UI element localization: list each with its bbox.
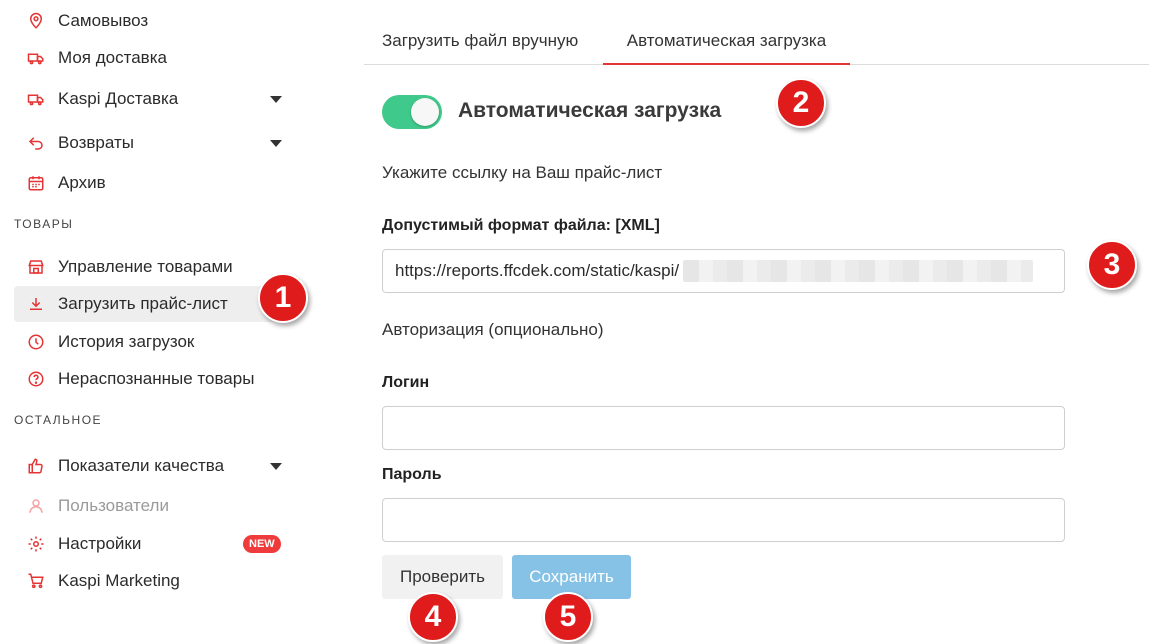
tab-auto-upload[interactable]: Автоматическая загрузка (603, 20, 850, 65)
sidebar-item-label: Kaspi Доставка (58, 89, 179, 108)
auto-upload-title: Автоматическая загрузка (458, 99, 722, 122)
password-field[interactable] (382, 498, 1065, 542)
sidebar-item-quality-metrics[interactable]: Показатели качества (14, 448, 294, 484)
sidebar-item-label: Моя доставка (58, 48, 167, 67)
login-field[interactable] (382, 406, 1065, 450)
sidebar-item-archive[interactable]: Архив (14, 165, 294, 201)
annotation-marker-2: 2 (776, 78, 826, 128)
cart-icon (26, 571, 46, 591)
gear-icon (26, 534, 46, 554)
annotation-marker-4: 4 (408, 592, 458, 642)
sidebar-item-my-delivery[interactable]: Моя доставка (14, 40, 294, 76)
sidebar-item-label: Управление товарами (58, 257, 233, 276)
redacted-area (683, 260, 1034, 282)
login-label: Логин (382, 374, 430, 391)
sidebar-item-pickup[interactable]: Самовывоз (14, 3, 294, 39)
sidebar-item-settings[interactable]: Настройки NEW (14, 526, 294, 562)
password-label: Пароль (382, 466, 442, 483)
sidebar-item-label: Пользователи (58, 496, 169, 515)
return-arrow-icon (26, 133, 46, 153)
sidebar-item-label: Самовывоз (58, 11, 149, 30)
sidebar-item-upload-price-list[interactable]: Загрузить прайс-лист (14, 286, 294, 322)
auto-upload-toggle[interactable] (382, 95, 442, 129)
chevron-down-icon[interactable] (270, 96, 282, 103)
sidebar-item-label: Возвраты (58, 133, 134, 152)
tab-bar: Загрузить файл вручную Автоматическая за… (364, 20, 1149, 65)
sidebar-item-upload-history[interactable]: История загрузок (14, 324, 294, 360)
auth-title: Авторизация (опционально) (382, 320, 604, 339)
sidebar-item-label: Настройки (58, 534, 142, 553)
sidebar-item-label: Архив (58, 173, 106, 192)
sidebar-item-label: Kaspi Marketing (58, 571, 180, 590)
new-badge: NEW (243, 535, 281, 553)
store-icon (26, 257, 46, 277)
sidebar-item-returns[interactable]: Возвраты (14, 125, 294, 161)
sidebar: Самовывоз Моя доставка Kaspi Доставка Во… (0, 0, 300, 644)
chevron-down-icon[interactable] (270, 140, 282, 147)
annotation-marker-5: 5 (543, 592, 593, 642)
price-list-url-field[interactable]: https://reports.ffcdek.com/static/kaspi/ (382, 249, 1065, 293)
location-pin-icon (26, 11, 46, 31)
sidebar-item-label: Нераспознанные товары (58, 369, 255, 388)
sidebar-item-product-management[interactable]: Управление товарами (14, 249, 294, 285)
format-label: Допустимый формат файла: [XML] (382, 217, 660, 234)
sidebar-item-unrecognized-products[interactable]: Нераспознанные товары (14, 361, 294, 397)
truck-icon (26, 48, 46, 68)
annotation-marker-3: 3 (1087, 240, 1137, 290)
sidebar-item-kaspi-delivery[interactable]: Kaspi Доставка (14, 81, 294, 117)
check-button[interactable]: Проверить (382, 555, 503, 599)
toggle-knob (411, 98, 439, 126)
sidebar-item-label: Показатели качества (58, 456, 225, 475)
calendar-icon (26, 173, 46, 193)
url-value: https://reports.ffcdek.com/static/kaspi/ (395, 261, 680, 280)
download-icon (26, 294, 46, 314)
sidebar-item-label: История загрузок (58, 332, 195, 351)
tab-manual-upload[interactable]: Загрузить файл вручную (382, 20, 607, 65)
sidebar-item-users: Пользователи (14, 488, 294, 524)
clock-icon (26, 332, 46, 352)
thumbs-up-icon (26, 456, 46, 476)
instruction-text: Укажите ссылку на Ваш прайс-лист (382, 163, 663, 182)
sidebar-item-label: Загрузить прайс-лист (58, 294, 228, 313)
sidebar-item-kaspi-marketing[interactable]: Kaspi Marketing (14, 563, 294, 599)
user-icon (26, 496, 46, 516)
section-heading-products: ТОВАРЫ (14, 217, 74, 231)
section-heading-other: ОСТАЛЬНОЕ (14, 413, 103, 427)
annotation-marker-1: 1 (258, 273, 308, 323)
chevron-down-icon[interactable] (270, 463, 282, 470)
truck-icon (26, 89, 46, 109)
question-circle-icon (26, 369, 46, 389)
